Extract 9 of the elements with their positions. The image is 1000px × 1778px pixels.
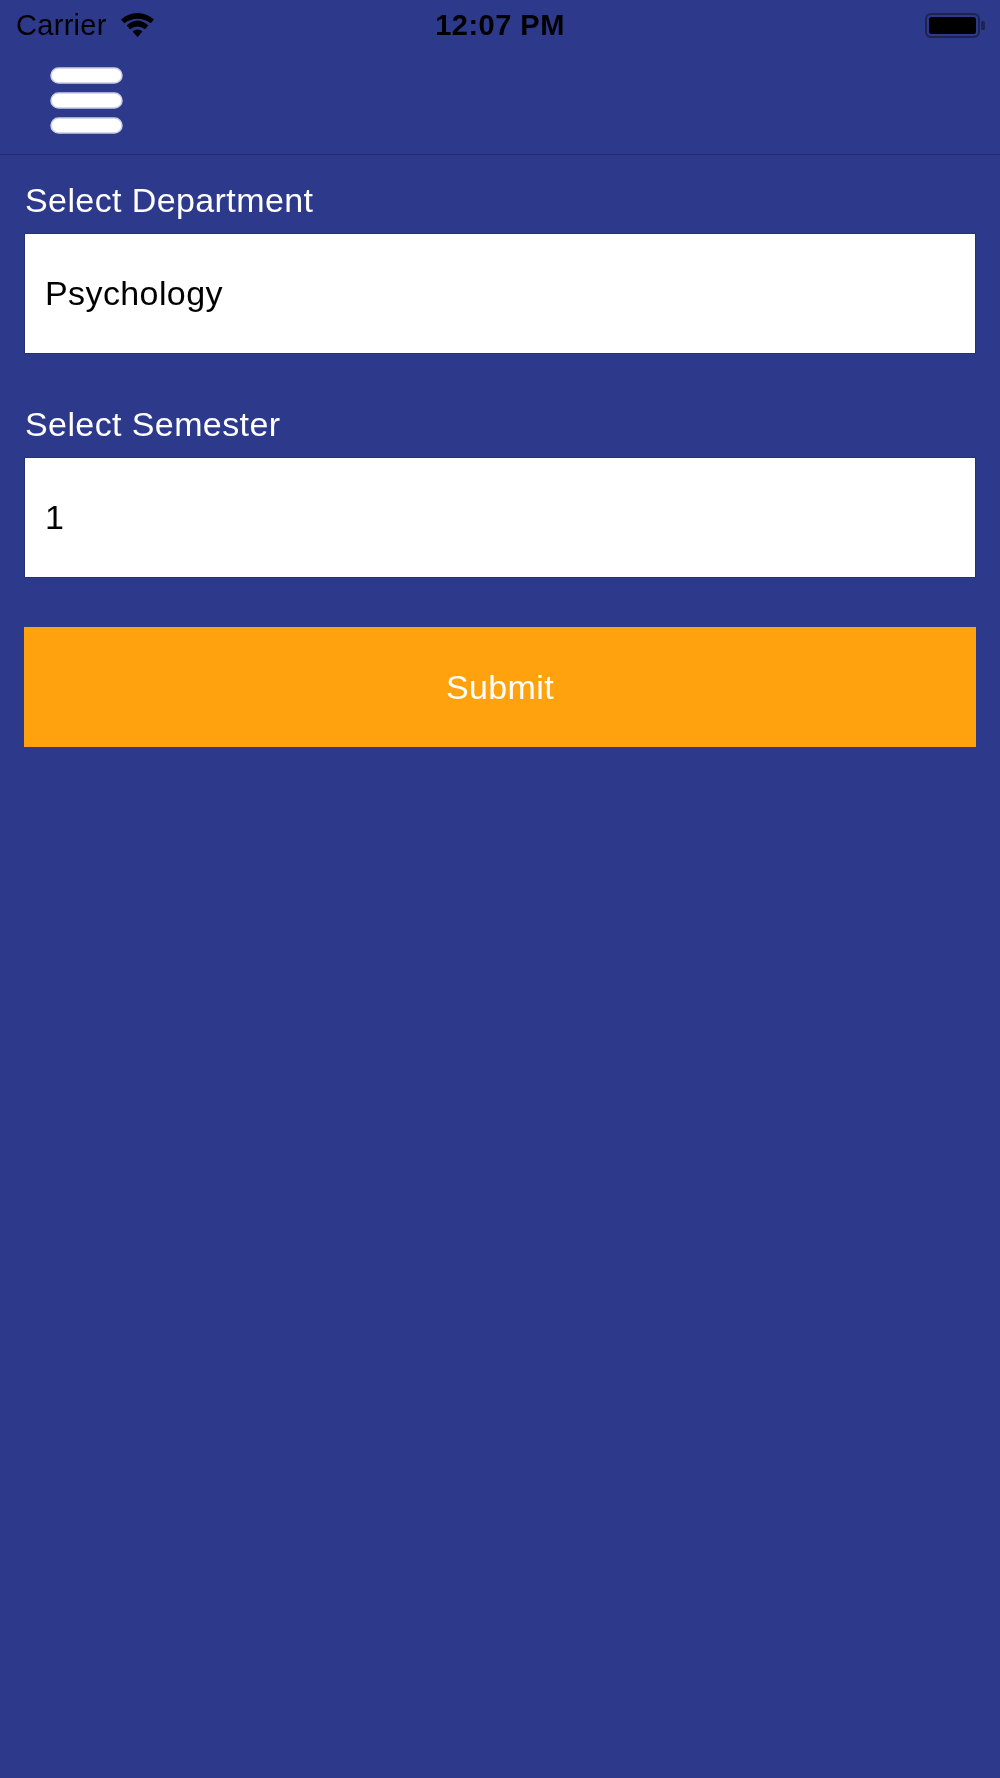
carrier-name: Carrier [16, 8, 107, 42]
menu-icon[interactable] [50, 67, 123, 134]
battery-icon [925, 12, 985, 38]
wifi-icon [120, 13, 154, 37]
input-field[interactable]: 1 [24, 457, 976, 578]
status-time: 12:07 PM [435, 8, 565, 42]
input-field[interactable]: Psychology [24, 233, 976, 354]
field-label: Select Semester [24, 404, 281, 445]
field-label: Select Department [24, 180, 314, 221]
